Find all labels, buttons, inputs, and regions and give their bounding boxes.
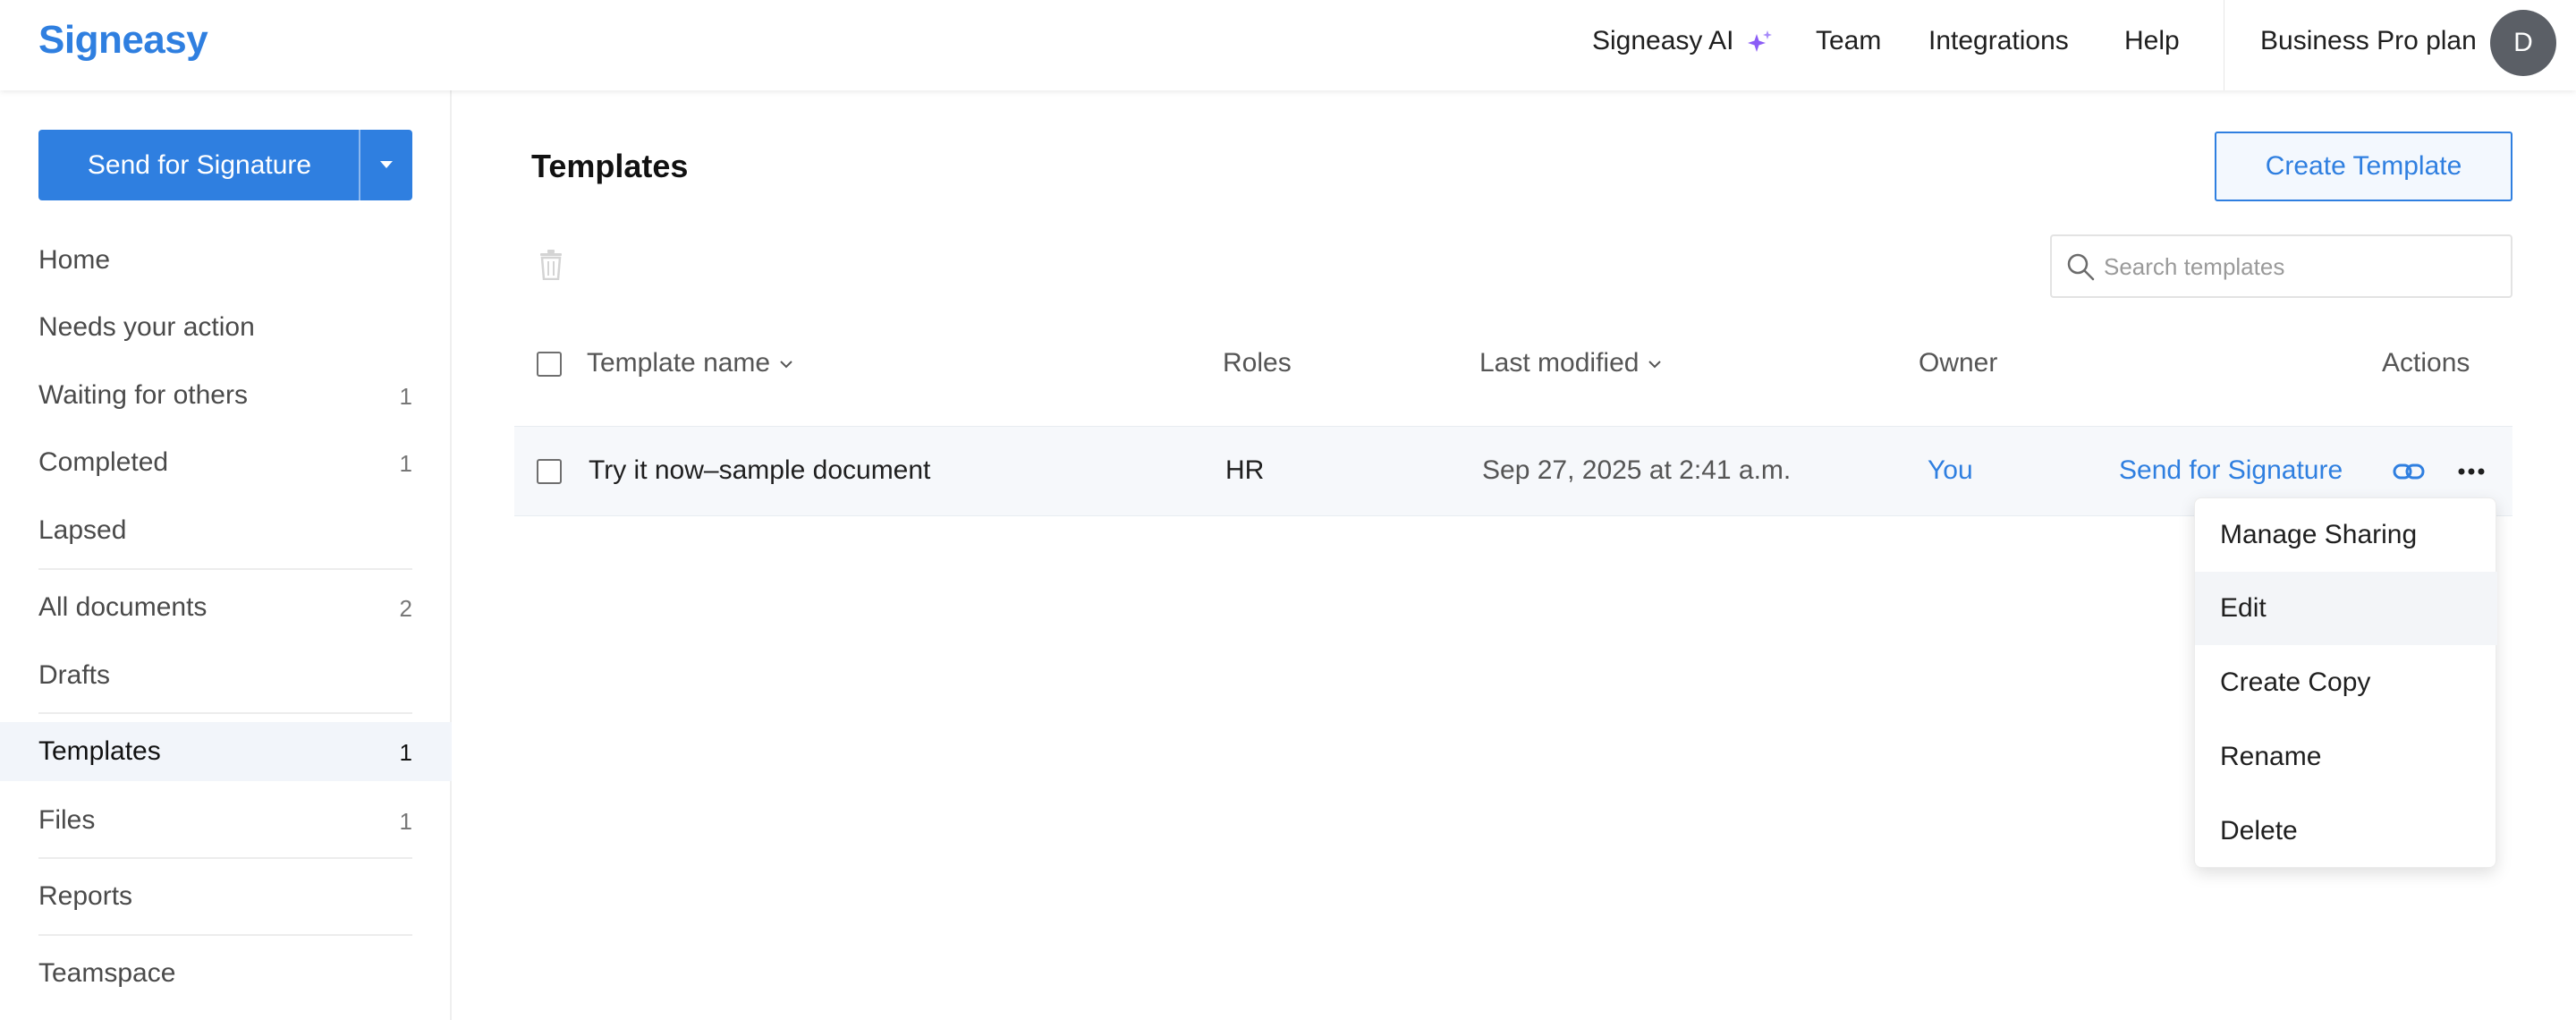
more-actions-button[interactable] bbox=[2457, 461, 2486, 487]
top-bar: Signeasy Signeasy AI Team Integrations H… bbox=[0, 0, 2576, 90]
link-icon bbox=[2393, 463, 2425, 480]
sidebar-item-lapsed[interactable]: Lapsed bbox=[0, 501, 452, 560]
column-header-label: Last modified bbox=[1479, 348, 1640, 378]
nav-team[interactable]: Team bbox=[1816, 26, 1881, 56]
main-content: Templates Create Template Template name … bbox=[453, 90, 2576, 1020]
sidebar-item-templates[interactable]: Templates 1 bbox=[0, 722, 452, 781]
sidebar-item-waiting-for-others[interactable]: Waiting for others 1 bbox=[0, 366, 452, 425]
sidebar-divider bbox=[38, 857, 412, 859]
trash-icon bbox=[540, 250, 562, 281]
sidebar-item-count: 2 bbox=[399, 595, 412, 622]
sidebar-item-home[interactable]: Home bbox=[0, 231, 452, 290]
nav-help[interactable]: Help bbox=[2124, 26, 2180, 56]
row-actions-menu: Manage Sharing Edit Create Copy Rename D… bbox=[2194, 497, 2497, 868]
sidebar-divider bbox=[38, 934, 412, 936]
row-checkbox[interactable] bbox=[537, 459, 562, 484]
sidebar-item-all-documents[interactable]: All documents 2 bbox=[0, 578, 452, 637]
bulk-delete-button[interactable] bbox=[538, 250, 564, 285]
sidebar: Send for Signature Home Needs your actio… bbox=[0, 90, 452, 1020]
sidebar-item-needs-your-action[interactable]: Needs your action bbox=[0, 298, 452, 357]
sidebar-item-reports[interactable]: Reports bbox=[0, 867, 452, 926]
sidebar-item-label: Completed bbox=[38, 447, 169, 477]
search-icon bbox=[2067, 253, 2095, 281]
sidebar-item-label: Teamspace bbox=[38, 958, 176, 988]
sidebar-item-label: Home bbox=[38, 245, 111, 275]
avatar[interactable]: D bbox=[2490, 10, 2556, 76]
menu-item-edit[interactable]: Edit bbox=[2195, 572, 2497, 645]
column-header-last-modified[interactable]: Last modified bbox=[1479, 348, 1662, 378]
sidebar-item-count: 1 bbox=[399, 450, 412, 477]
menu-item-rename[interactable]: Rename bbox=[2195, 720, 2497, 794]
signeasy-logo[interactable]: Signeasy bbox=[38, 18, 208, 63]
search-input[interactable] bbox=[2104, 247, 2497, 286]
menu-item-manage-sharing[interactable]: Manage Sharing bbox=[2195, 498, 2497, 572]
sparkle-icon bbox=[1747, 30, 1772, 53]
send-for-signature-label: Send for Signature bbox=[87, 150, 312, 180]
sidebar-item-completed[interactable]: Completed 1 bbox=[0, 433, 452, 492]
menu-item-label: Rename bbox=[2220, 742, 2322, 771]
sidebar-item-count: 1 bbox=[399, 739, 412, 766]
menu-item-delete[interactable]: Delete bbox=[2195, 795, 2497, 868]
plan-label[interactable]: Business Pro plan bbox=[2260, 26, 2477, 56]
plan-section: Business Pro plan D bbox=[2224, 0, 2576, 90]
menu-item-label: Edit bbox=[2220, 593, 2267, 623]
send-for-signature-button[interactable]: Send for Signature bbox=[38, 130, 412, 200]
menu-item-label: Manage Sharing bbox=[2220, 520, 2418, 549]
page-title: Templates bbox=[531, 148, 689, 184]
sidebar-item-label: Drafts bbox=[38, 660, 111, 690]
sidebar-item-count: 1 bbox=[399, 383, 412, 410]
last-modified-cell: Sep 27, 2025 at 2:41 a.m. bbox=[1482, 455, 1792, 485]
sidebar-item-count: 1 bbox=[399, 808, 412, 835]
sidebar-divider bbox=[38, 712, 412, 714]
roles-cell: HR bbox=[1225, 455, 1265, 485]
sidebar-item-drafts[interactable]: Drafts bbox=[0, 646, 452, 705]
column-header-template-name[interactable]: Template name bbox=[587, 348, 793, 378]
caret-down-icon bbox=[380, 161, 393, 168]
sidebar-item-label: All documents bbox=[38, 592, 208, 622]
select-all-checkbox[interactable] bbox=[537, 352, 562, 377]
chevron-down-icon bbox=[780, 361, 792, 369]
sidebar-item-label: Waiting for others bbox=[38, 380, 248, 410]
column-header-owner: Owner bbox=[1919, 348, 1998, 378]
sidebar-item-label: Needs your action bbox=[38, 312, 255, 342]
send-options-dropdown[interactable] bbox=[360, 130, 412, 200]
column-header-label: Template name bbox=[587, 348, 771, 378]
chevron-down-icon bbox=[1648, 361, 1662, 369]
column-header-actions: Actions bbox=[2382, 348, 2470, 378]
nav-signeasy-ai-label: Signeasy AI bbox=[1592, 26, 1734, 55]
search-box[interactable] bbox=[2050, 234, 2512, 298]
row-send-for-signature-link[interactable]: Send for Signature bbox=[2119, 455, 2343, 486]
template-name-cell[interactable]: Try it now–sample document bbox=[589, 455, 930, 486]
sidebar-item-label: Reports bbox=[38, 881, 133, 911]
create-template-button[interactable]: Create Template bbox=[2215, 132, 2512, 201]
menu-item-label: Create Copy bbox=[2220, 667, 2371, 697]
nav-signeasy-ai[interactable]: Signeasy AI bbox=[1592, 26, 1774, 56]
sidebar-item-teamspace[interactable]: Teamspace bbox=[0, 944, 452, 1003]
sidebar-divider bbox=[38, 568, 412, 570]
menu-item-create-copy[interactable]: Create Copy bbox=[2195, 646, 2497, 719]
column-header-roles: Roles bbox=[1223, 348, 1292, 378]
sidebar-item-label: Templates bbox=[38, 736, 161, 766]
sidebar-item-label: Lapsed bbox=[38, 515, 127, 545]
more-horizontal-icon bbox=[2458, 468, 2485, 475]
copy-link-button[interactable] bbox=[2393, 458, 2425, 489]
sidebar-item-label: Files bbox=[38, 805, 96, 835]
sidebar-item-files[interactable]: Files 1 bbox=[0, 791, 452, 850]
menu-item-label: Delete bbox=[2220, 816, 2298, 846]
nav-integrations[interactable]: Integrations bbox=[1928, 26, 2069, 56]
owner-cell[interactable]: You bbox=[1928, 455, 1973, 486]
